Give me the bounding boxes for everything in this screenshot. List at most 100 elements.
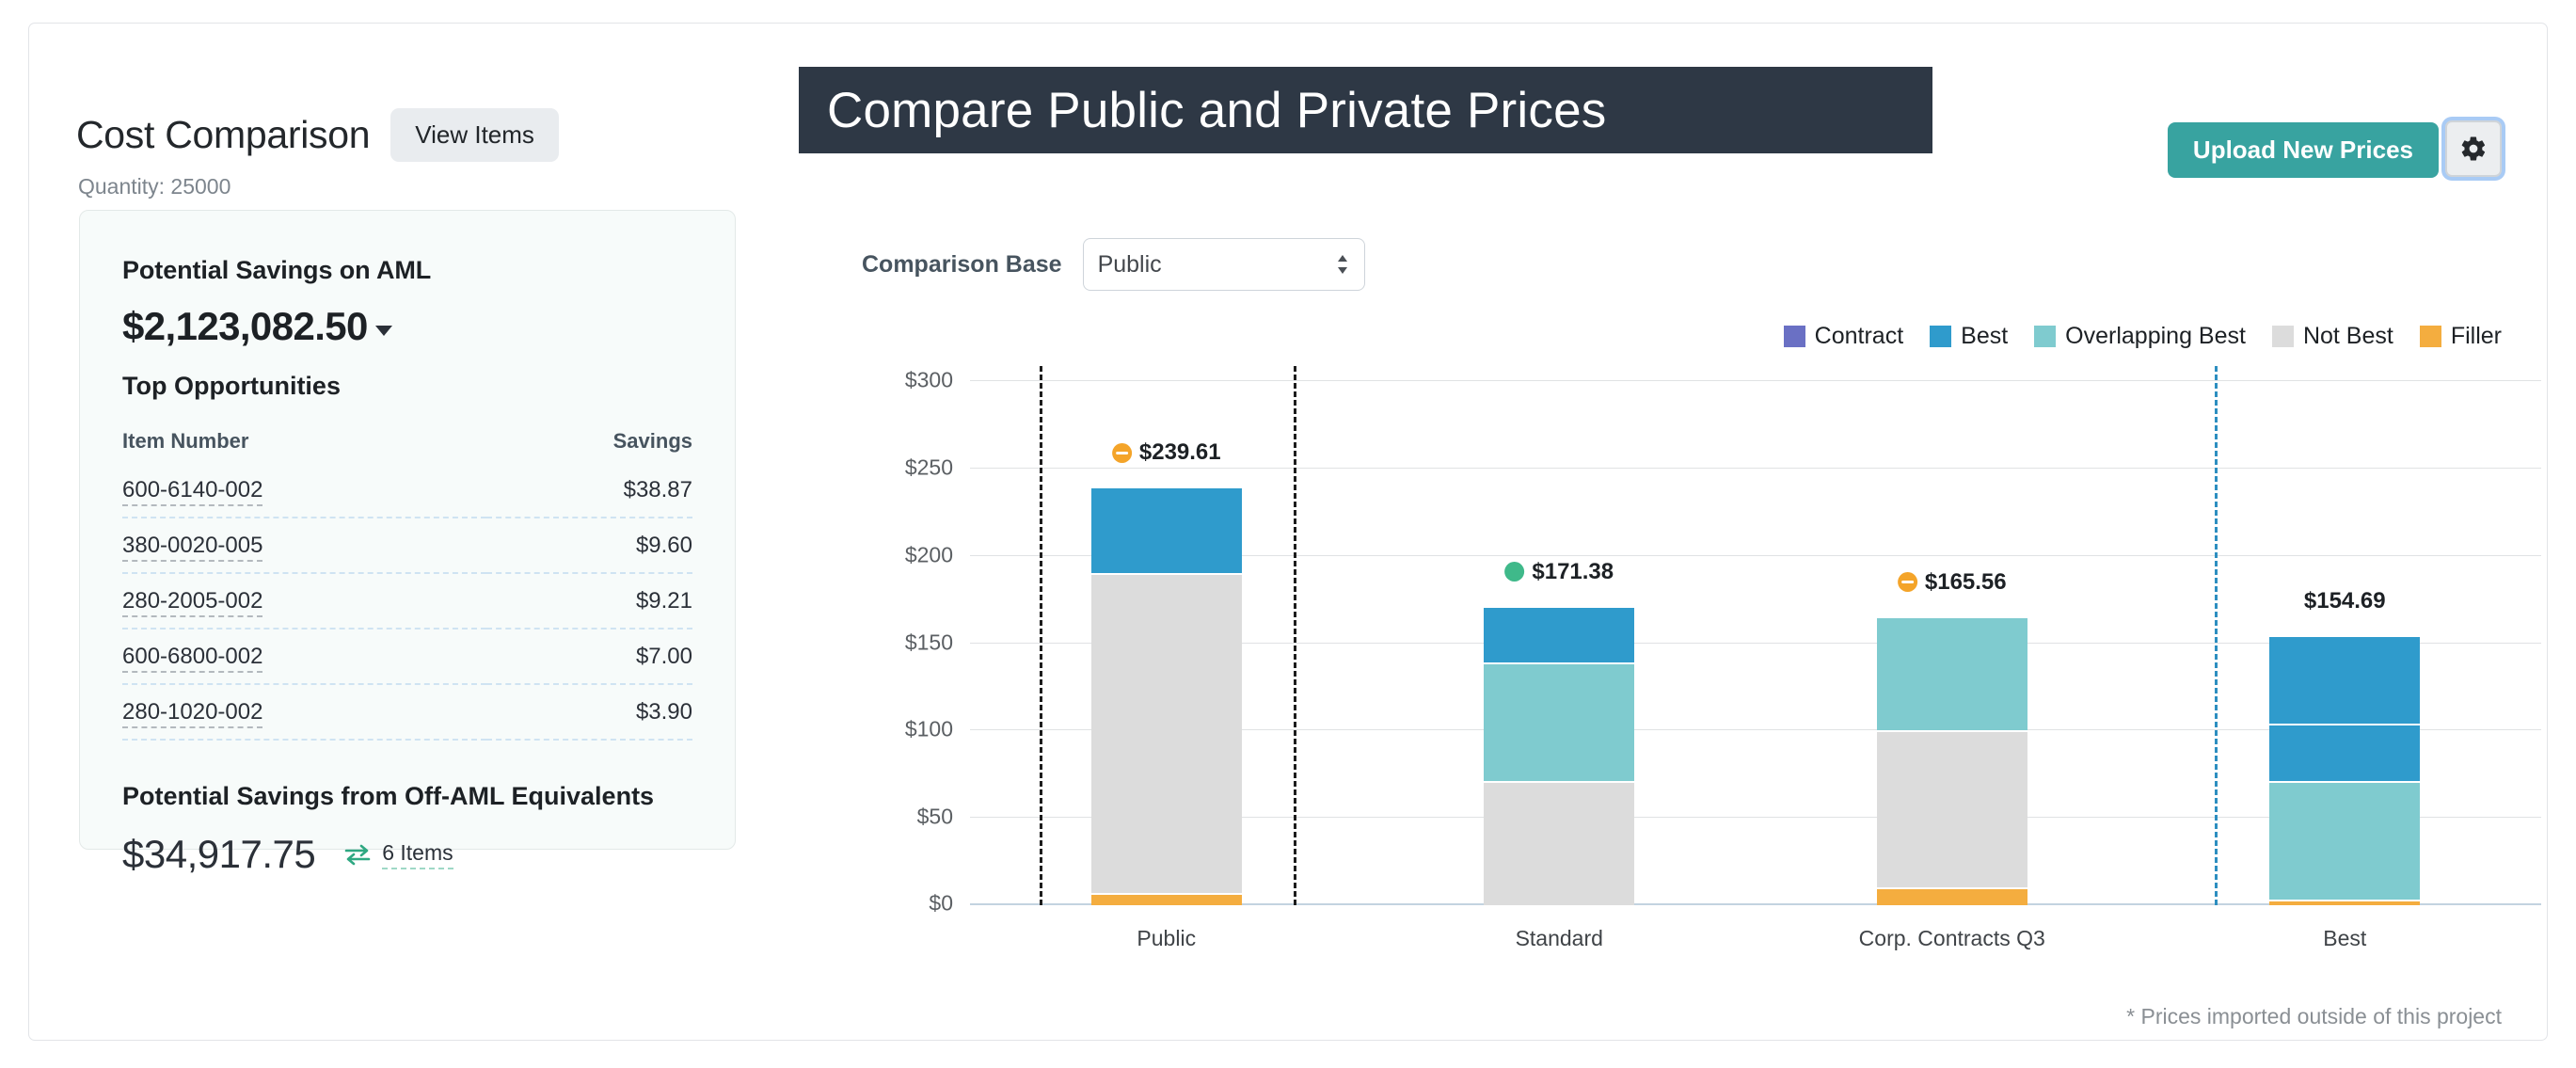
item-number-link[interactable]: 280-1020-002 (122, 699, 263, 728)
legend-item-best[interactable]: Best (1930, 323, 2008, 350)
legend-item-contract[interactable]: Contract (1783, 323, 1904, 350)
top-opportunities-heading: Top Opportunities (122, 372, 341, 400)
status-badge-minus-icon (1111, 442, 1132, 463)
offaml-savings-heading: Potential Savings from Off-AML Equivalen… (122, 782, 655, 810)
comparison-base-select-wrap: Public (1082, 238, 1365, 291)
plot-area: $0 $50 $100 $150 $200 $250 $300 $239.61 Public $1… (905, 366, 2541, 950)
savings-value: $9.21 (486, 573, 692, 630)
item-number-link[interactable]: 380-0020-005 (122, 533, 263, 562)
savings-value: $3.90 (486, 684, 692, 741)
column-header-savings: Savings (612, 429, 692, 453)
aml-savings-amount: $2,123,082.50 (122, 304, 368, 348)
bar-segment-overlapping-best[interactable] (1484, 662, 1635, 782)
chart-footnote: * Prices imported outside of this projec… (2126, 1004, 2502, 1028)
offaml-savings-row: $34,917.75 6 Items (122, 832, 692, 877)
bar-segment-overlapping-best[interactable] (2269, 781, 2421, 900)
comparison-base-label: Comparison Base (862, 250, 1062, 278)
y-axis-tick-label: $150 (904, 630, 953, 654)
legend-item-filler[interactable]: Filler (2419, 323, 2502, 350)
column-header-item-number: Item Number (122, 429, 249, 453)
bar-value-label-wrap: $154.69 (2304, 588, 2386, 614)
stacked-bar[interactable] (2269, 634, 2421, 905)
bar-segment-filler[interactable] (1876, 887, 2027, 905)
settings-button[interactable] (2445, 120, 2502, 177)
bar-segment-not-best[interactable] (1876, 730, 2027, 888)
item-number-link[interactable]: 280-2005-002 (122, 588, 263, 617)
bar-segment-overlapping-best[interactable] (1876, 615, 2027, 731)
savings-value: $9.60 (486, 518, 692, 574)
quantity-label: Quantity: 25000 (78, 174, 231, 199)
bar-segment-best[interactable] (1484, 605, 1635, 662)
cost-comparison-panel: Cost Comparison View Items Quantity: 250… (48, 24, 763, 1040)
x-axis-tick-label: Corp. Contracts Q3 (1858, 926, 2045, 950)
comparison-base-select[interactable]: Public (1082, 238, 1365, 291)
legend-swatch-best (1930, 326, 1952, 347)
legend-item-not-best[interactable]: Not Best (2271, 323, 2393, 350)
table-header-row: Item Number Savings (122, 429, 692, 463)
offaml-items-link[interactable]: 6 Items (343, 840, 453, 869)
status-badge-dot-icon (1504, 562, 1525, 582)
bar-total-label: $154.69 (2303, 587, 2386, 614)
savings-value: $7.00 (486, 629, 692, 685)
exchange-arrows-icon (344, 844, 371, 866)
y-axis-tick-label: $200 (904, 542, 953, 567)
aml-savings-amount-row: $2,123,082.50 (122, 304, 692, 349)
y-axis-tick-label: $0 (929, 890, 953, 916)
gridline: $300 (905, 368, 2541, 392)
bar-value-label-wrap: $165.56 (1897, 569, 2007, 596)
status-badge-minus-icon (1897, 572, 1917, 593)
table-row: 600-6800-002 $7.00 (122, 629, 692, 685)
table-row: 600-6140-002 $38.87 (122, 463, 692, 518)
panel-header: Cost Comparison View Items (76, 108, 559, 162)
aml-savings-heading: Potential Savings on AML (122, 256, 432, 284)
bar-total-label: $171.38 (1532, 558, 1614, 584)
bar-segment-not-best[interactable] (1484, 781, 1635, 905)
comparison-base-control: Comparison Base Public (862, 238, 1365, 291)
legend-label-filler: Filler (2450, 323, 2502, 349)
view-items-button[interactable]: View Items (390, 108, 559, 162)
chart-legend: Contract Best Overlapping Best Not Best … (1783, 323, 2502, 350)
legend-item-overlapping-best[interactable]: Overlapping Best (2034, 323, 2246, 350)
reference-line (1039, 366, 1042, 905)
bar-total-label: $239.61 (1138, 439, 1221, 466)
legend-label-not-best: Not Best (2302, 323, 2393, 349)
stacked-bar[interactable] (1090, 486, 1242, 905)
bar-segment-best[interactable] (2269, 723, 2421, 782)
legend-label-contract: Contract (1814, 323, 1904, 349)
item-number-link[interactable]: 600-6140-002 (122, 477, 263, 506)
offaml-items-count: 6 Items (382, 840, 453, 869)
gridline: $250 (905, 454, 2541, 479)
y-axis-tick-label: $100 (904, 716, 953, 741)
bar-column: $171.38 Standard (1484, 559, 1635, 950)
legend-label-overlapping-best: Overlapping Best (2065, 323, 2246, 349)
item-number-link[interactable]: 600-6800-002 (122, 644, 263, 673)
savings-card: Potential Savings on AML $2,123,082.50 T… (79, 210, 736, 876)
savings-value: $38.87 (486, 463, 692, 518)
x-axis-tick-label: Standard (1515, 926, 1603, 950)
chevron-down-icon[interactable] (374, 326, 392, 336)
table-row: 380-0020-005 $9.60 (122, 518, 692, 574)
legend-swatch-overlapping-best (2034, 326, 2057, 347)
y-axis-tick-label: $50 (916, 804, 953, 829)
page-title: Cost Comparison (76, 112, 371, 156)
reference-line (2215, 366, 2218, 905)
bar-segment-best[interactable] (2269, 634, 2421, 724)
x-axis-tick-label: Best (2323, 926, 2367, 950)
bar-value-label-wrap: $239.61 (1111, 439, 1221, 466)
bar-segment-filler[interactable] (2269, 899, 2421, 905)
y-axis-tick-label: $250 (904, 454, 953, 480)
upload-new-prices-button[interactable]: Upload New Prices (2167, 122, 2439, 178)
bar-segment-best[interactable] (1090, 486, 1242, 574)
legend-label-best: Best (1961, 323, 2009, 349)
y-axis-tick-label: $300 (904, 367, 953, 392)
app-frame: Cost Comparison View Items Quantity: 250… (28, 23, 2548, 1041)
stacked-bar[interactable] (1484, 605, 1635, 905)
stacked-bar[interactable] (1876, 615, 2027, 905)
table-row: 280-1020-002 $3.90 (122, 684, 692, 741)
bar-chart: $0 $50 $100 $150 $200 $250 $300 $239.61 Public $1… (772, 362, 2547, 1002)
table-row: 280-2005-002 $9.21 (122, 573, 692, 630)
bar-column: $154.69 Best (2269, 588, 2421, 950)
top-opportunities-table: Item Number Savings 600-6140-002 $38.87 … (122, 429, 692, 741)
bar-segment-filler[interactable] (1090, 893, 1242, 905)
bar-segment-not-best[interactable] (1090, 573, 1242, 894)
